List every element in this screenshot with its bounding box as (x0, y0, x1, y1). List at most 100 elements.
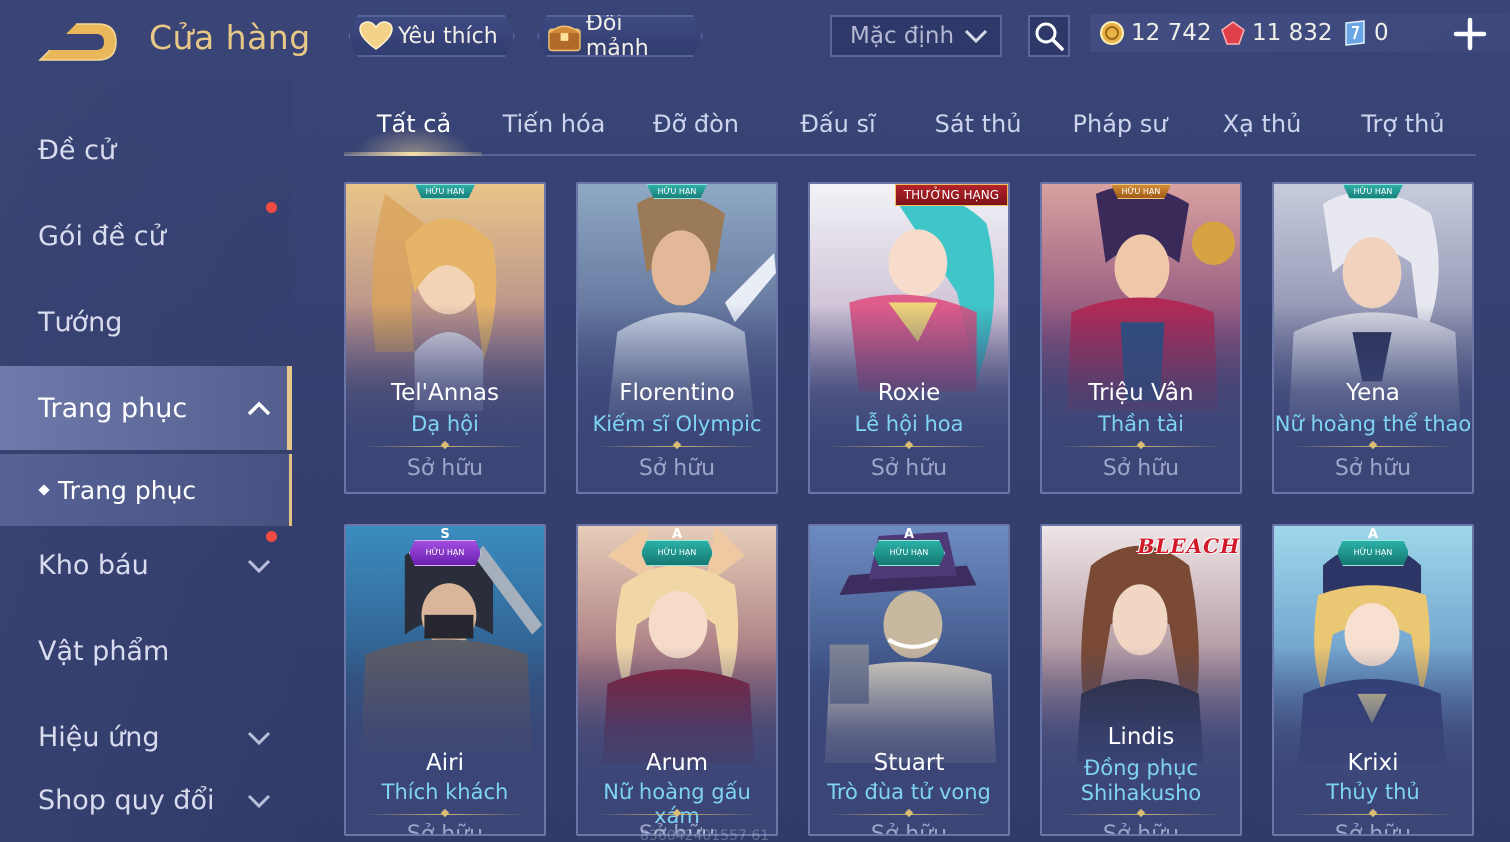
skin-card[interactable]: HỮU HẠN Tel'Annas Dạ hội Sở hữu (344, 182, 546, 494)
sidebar-item-label: Hiệu ứng (38, 721, 160, 753)
plus-icon[interactable] (1450, 14, 1490, 54)
skin-name: Trò đùa tử vong (827, 780, 991, 804)
skin-card[interactable]: AHỮU HẠN Arum Nữ hoàng gấu xám Sở hữu (576, 524, 778, 836)
skin-card[interactable]: BLEACH Lindis Đồng phục Shihakusho Sở hữ… (1040, 524, 1242, 836)
chevron-down-icon (247, 794, 271, 809)
voucher-value: 0 (1374, 20, 1389, 46)
tab-mage[interactable]: Pháp sư (1050, 110, 1190, 154)
sidebar-item-recommended[interactable]: Đề cử (0, 108, 292, 192)
bullet-diamond-icon (38, 484, 50, 496)
category-tabs: Tất cả Tiến hóa Đỡ đòn Đấu sĩ Sát thủ Ph… (344, 98, 1476, 156)
skin-name: Thần tài (1098, 412, 1184, 436)
card-divider (1290, 814, 1456, 815)
card-divider (594, 814, 760, 815)
voucher-icon (1345, 20, 1365, 46)
sidebar-item-items[interactable]: Vật phẩm (0, 609, 292, 693)
skin-name-line2: Shihakusho (1080, 781, 1202, 805)
sidebar-item-label: Trang phục (38, 392, 188, 424)
sidebar-item-label: Gói đề cử (38, 220, 166, 252)
tab-marksman[interactable]: Xạ thủ (1192, 110, 1332, 154)
favorite-label: Yêu thích (398, 23, 498, 49)
page-title: Cửa hàng (149, 18, 311, 57)
skin-name: Thủy thủ (1326, 780, 1420, 804)
rank-a-badge: A HỮU HẠN (641, 527, 713, 568)
hero-name: Triệu Vân (1088, 380, 1194, 406)
owned-status: Sở hữu (1102, 456, 1180, 481)
owned-status: Sở hữu (1102, 822, 1180, 836)
skin-name: Nữ hoàng gấu xám (603, 780, 751, 828)
sidebar-item-label: Vật phẩm (38, 635, 170, 667)
sort-dropdown[interactable]: Mặc định (830, 15, 1002, 57)
skin-name: Dạ hội (411, 412, 479, 436)
rank-a-badge: A HỮU HẠN (1337, 527, 1409, 568)
owned-status: Sở hữu (1334, 456, 1412, 481)
gem-balance: 11 832 (1220, 15, 1332, 51)
search-icon (1035, 22, 1064, 51)
chevron-up-icon (247, 401, 271, 416)
card-divider (1058, 814, 1224, 815)
owned-status: Sở hữu (406, 822, 484, 836)
exchange-fragments-button[interactable]: Đổi mảnh (537, 15, 703, 57)
gold-value: 12 742 (1131, 20, 1212, 46)
sidebar-item-exchange-shop[interactable]: Shop quy đổi (0, 758, 292, 842)
notification-dot (266, 202, 277, 213)
hero-name: Lindis (1107, 724, 1175, 750)
card-divider (826, 446, 992, 447)
notification-dot (266, 531, 277, 542)
hero-name: Airi (426, 750, 464, 776)
skin-card[interactable]: HỮU HẠN Triệu Vân Thần tài Sở hữu (1040, 182, 1242, 494)
skin-name: Lễ hội hoa (854, 412, 964, 436)
limited-badge: HỮU HẠN (646, 184, 708, 199)
voucher-balance: 0 (1342, 15, 1389, 51)
rank-s-badge: S HỮU HẠN (409, 527, 481, 568)
favorite-button[interactable]: Yêu thích (348, 15, 515, 57)
exchange-label: Đổi mảnh (585, 11, 649, 61)
hero-name: Krixi (1347, 750, 1399, 776)
heart-icon (358, 21, 394, 51)
gem-value: 11 832 (1252, 20, 1333, 46)
chevron-down-icon (247, 559, 271, 574)
sidebar-item-heroes[interactable]: Tướng (0, 280, 292, 364)
skin-name-line1: Đồng phục (1084, 756, 1198, 780)
sidebar-item-label: Kho báu (38, 549, 149, 581)
skin-card[interactable]: HỮU HẠN Florentino Kiếm sĩ Olympic Sở hữ… (576, 182, 778, 494)
skin-card[interactable]: A HỮU HẠN Stuart Trò đùa tử vong Sở hữu (808, 524, 1010, 836)
top-bar: Cửa hàng Yêu thích Đổi mảnh Mặc định 12 … (0, 0, 1510, 72)
hero-name: Roxie (877, 380, 941, 406)
limited-badge: HỮU HẠN (1342, 184, 1404, 199)
hero-name: Yena (1346, 380, 1400, 406)
tab-all[interactable]: Tất cả (344, 110, 484, 156)
skin-card[interactable]: A HỮU HẠN Krixi Thủy thủ Sở hữu (1272, 524, 1474, 836)
limited-badge: HỮU HẠN (414, 184, 476, 199)
card-shade (810, 646, 1008, 834)
search-button[interactable] (1028, 15, 1070, 57)
tab-support[interactable]: Trợ thủ (1333, 110, 1473, 154)
owned-status: Sở hữu (406, 456, 484, 481)
tab-assassin[interactable]: Sát thủ (908, 110, 1048, 154)
back-arrow-icon[interactable] (36, 20, 120, 64)
sidebar-item-treasure[interactable]: Kho báu (0, 523, 292, 607)
sidebar-item-recommended-packs[interactable]: Gói đề cử (0, 194, 292, 278)
chevron-down-icon (247, 731, 271, 746)
sidebar-item-skins[interactable]: Trang phục (0, 366, 292, 450)
owned-status: Sở hữu (870, 822, 948, 836)
chevron-down-icon (964, 29, 988, 44)
tab-evolution[interactable]: Tiến hóa (484, 110, 624, 154)
skin-card[interactable]: S HỮU HẠN Airi Thích khách Sở hữu (344, 524, 546, 836)
skin-name: Nữ hoàng thể thao (1274, 412, 1472, 436)
watermark-text: 836042401557 61 (640, 828, 770, 842)
card-shade (1274, 646, 1472, 834)
skin-card[interactable]: THƯỞNG HẠNG Roxie Lễ hội hoa Sở hữu (808, 182, 1010, 494)
rank-a-badge: A HỮU HẠN (873, 527, 945, 568)
skin-name: Kiếm sĩ Olympic (592, 412, 762, 436)
sidebar-subitem-label: Trang phục (58, 475, 197, 505)
card-divider (826, 814, 992, 815)
limited-badge: HỮU HẠN (1110, 184, 1172, 199)
tab-fighter[interactable]: Đấu sĩ (768, 110, 908, 154)
skin-card[interactable]: HỮU HẠN Yena Nữ hoàng thể thao Sở hữu (1272, 182, 1474, 494)
sidebar-subitem-skins[interactable]: Trang phục (0, 454, 292, 526)
tab-tank[interactable]: Đỡ đòn (626, 110, 766, 154)
owned-status: Sở hữu (1334, 822, 1412, 836)
hero-name: Florentino (619, 380, 735, 406)
gold-coin-icon (1100, 21, 1124, 45)
